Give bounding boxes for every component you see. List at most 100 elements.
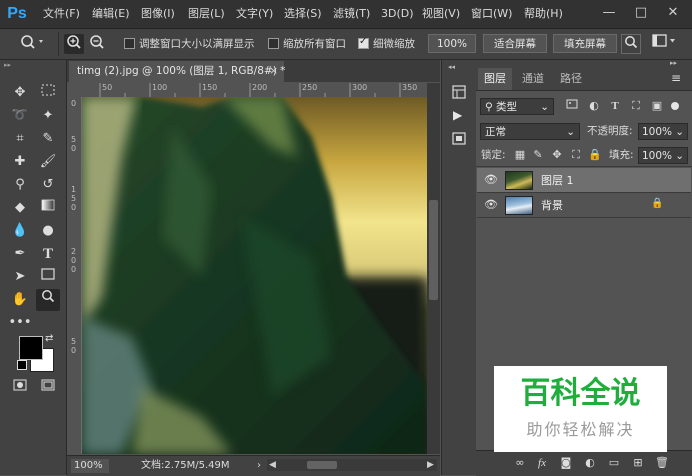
lock-artboard-icon[interactable]: ⛶ [568, 147, 584, 163]
zoom-in-icon[interactable] [64, 34, 84, 54]
menu-view[interactable]: 视图(V) [422, 0, 460, 28]
layer-name[interactable]: 背景 [541, 193, 563, 218]
menu-image[interactable]: 图像(I) [141, 0, 175, 28]
scrubby-zoom-checkbox[interactable] [358, 36, 369, 49]
add-mask-icon[interactable]: ◙ [558, 455, 574, 471]
zoom-level-field[interactable]: 100% [71, 459, 109, 473]
filter-smart-object-icon[interactable]: ▣ [649, 98, 665, 114]
toolbox-grip[interactable]: ▸▸ [4, 62, 62, 69]
filter-pixel-icon[interactable] [564, 98, 580, 114]
healing-brush-tool-icon[interactable]: ✚ [8, 151, 32, 173]
lock-position-icon[interactable]: ✥ [549, 147, 565, 163]
menu-filter[interactable]: 滤镜(T) [333, 0, 370, 28]
quick-mask-icon[interactable] [8, 377, 32, 399]
fit-screen-button[interactable]: 适合屏幕 [483, 34, 547, 53]
status-info-arrow-icon[interactable]: › [257, 459, 261, 473]
layer-style-fx-icon[interactable]: fx [534, 455, 550, 471]
panel-menu-icon[interactable]: ≡ [671, 71, 681, 85]
move-tool-icon[interactable]: ✥ [8, 82, 32, 104]
zoom-tool-preset-icon[interactable] [18, 34, 48, 54]
magic-wand-tool-icon[interactable]: ✦ [36, 105, 60, 127]
menu-edit[interactable]: 编辑(E) [92, 0, 130, 28]
dodge-tool-icon[interactable]: ● [36, 220, 60, 242]
vertical-ruler[interactable]: 0 5 0 1 5 0 2 0 0 5 0 [67, 97, 82, 454]
filter-adjustment-icon[interactable]: ◐ [586, 98, 602, 114]
document-size-info[interactable]: 文档:2.75M/5.49M [141, 459, 230, 473]
delete-layer-icon[interactable]: 🗑 [654, 455, 670, 471]
eyedropper-tool-icon[interactable]: ✎ [36, 128, 60, 150]
history-brush-tool-icon[interactable]: ↺ [36, 174, 60, 196]
tab-paths[interactable]: 路径 [554, 68, 588, 90]
filter-toggle-icon[interactable] [671, 102, 679, 110]
clone-stamp-tool-icon[interactable]: ⚲ [8, 174, 32, 196]
hand-tool-icon[interactable]: ✋ [8, 289, 32, 311]
actions-play-icon[interactable]: ▶ [453, 108, 462, 122]
screen-mode-icon[interactable] [36, 377, 60, 399]
panel-collapse-icon[interactable]: ▸▸ [670, 59, 677, 67]
edit-toolbar-icon[interactable]: ••• [8, 312, 32, 334]
lock-image-pixels-icon[interactable]: ✎ [530, 147, 546, 163]
zoom-all-checkbox[interactable] [268, 38, 279, 49]
menu-layer[interactable]: 图层(L) [188, 0, 225, 28]
lock-transparent-pixels-icon[interactable]: ▦ [512, 147, 528, 163]
eraser-tool-icon[interactable]: ◆ [8, 197, 32, 219]
swap-colors-icon[interactable]: ⇄ [45, 333, 53, 344]
minimize-icon[interactable]: — [598, 4, 620, 22]
3d-panel-icon[interactable] [451, 130, 467, 146]
brush-tool-icon[interactable]: 🖌 [36, 151, 60, 173]
scroll-right-arrow-icon[interactable]: ▶ [427, 458, 434, 472]
zoom-tool-icon[interactable] [36, 289, 60, 311]
pen-tool-icon[interactable]: ✒ [8, 243, 32, 265]
fill-screen-button[interactable]: 填充屏幕 [553, 34, 617, 53]
menu-help[interactable]: 帮助(H) [524, 0, 563, 28]
path-selection-tool-icon[interactable]: ➤ [8, 266, 32, 288]
strip-collapse-icon[interactable]: ◂◂ [448, 63, 455, 71]
close-window-icon[interactable]: ✕ [662, 4, 684, 22]
filter-shape-icon[interactable]: ⛶ [628, 98, 644, 114]
default-colors-icon[interactable] [17, 360, 27, 370]
opacity-input[interactable]: 100% ⌄ [638, 123, 688, 140]
layer-name[interactable]: 图层 1 [541, 168, 574, 193]
workspace-switcher-icon[interactable] [650, 34, 680, 54]
scroll-left-arrow-icon[interactable]: ◀ [269, 458, 276, 472]
menu-file[interactable]: 文件(F) [43, 0, 80, 28]
menu-3d[interactable]: 3D(D) [381, 0, 414, 28]
menu-select[interactable]: 选择(S) [284, 0, 322, 28]
search-icon[interactable] [621, 34, 641, 54]
link-layers-icon[interactable]: ∞ [512, 455, 528, 471]
fill-input[interactable]: 100% ⌄ [638, 147, 688, 164]
tab-channels[interactable]: 通道 [516, 68, 550, 90]
new-group-icon[interactable]: ▭ [606, 455, 622, 471]
layer-row[interactable]: 👁 图层 1 [477, 168, 691, 193]
new-layer-icon[interactable]: ⊞ [630, 455, 646, 471]
document-canvas[interactable] [82, 97, 427, 454]
gradient-tool-icon[interactable] [36, 197, 60, 219]
blur-tool-icon[interactable]: 💧 [8, 220, 32, 242]
zoom-out-icon[interactable] [87, 34, 107, 54]
layer-row[interactable]: 👁 背景 🔒 [477, 193, 691, 218]
visibility-eye-icon[interactable]: 👁 [483, 172, 499, 188]
layer-filter-select[interactable]: ⚲ 类型 ⌄ [480, 98, 554, 115]
vertical-scroll-thumb[interactable] [429, 200, 438, 300]
type-tool-icon[interactable]: T [36, 243, 60, 265]
tab-layers[interactable]: 图层 [478, 68, 512, 90]
menu-window[interactable]: 窗口(W) [471, 0, 512, 28]
actual-pixels-button[interactable]: 100% [428, 34, 476, 53]
marquee-tool-icon[interactable] [36, 82, 60, 104]
maximize-icon[interactable]: □ [630, 4, 652, 22]
history-panel-icon[interactable] [451, 84, 467, 100]
lock-all-icon[interactable]: 🔒 [587, 147, 603, 163]
horizontal-ruler[interactable]: 50 100 150 200 250 300 350 [82, 83, 427, 98]
visibility-eye-icon[interactable]: 👁 [483, 197, 499, 213]
lasso-tool-icon[interactable]: ➰ [8, 105, 32, 127]
crop-tool-icon[interactable]: ⌗ [8, 128, 32, 150]
foreground-color-swatch[interactable] [19, 336, 43, 360]
filter-type-icon[interactable]: T [607, 98, 623, 114]
horizontal-scrollbar[interactable] [267, 459, 437, 471]
close-document-icon[interactable]: × [269, 61, 278, 82]
menu-type[interactable]: 文字(Y) [236, 0, 273, 28]
ruler-origin[interactable] [67, 83, 81, 97]
resize-windows-checkbox[interactable] [124, 38, 135, 49]
document-tab[interactable]: timg (2).jpg @ 100% (图层 1, RGB/8#) * × [69, 61, 285, 82]
blend-mode-select[interactable]: 正常 ⌄ [480, 123, 580, 140]
